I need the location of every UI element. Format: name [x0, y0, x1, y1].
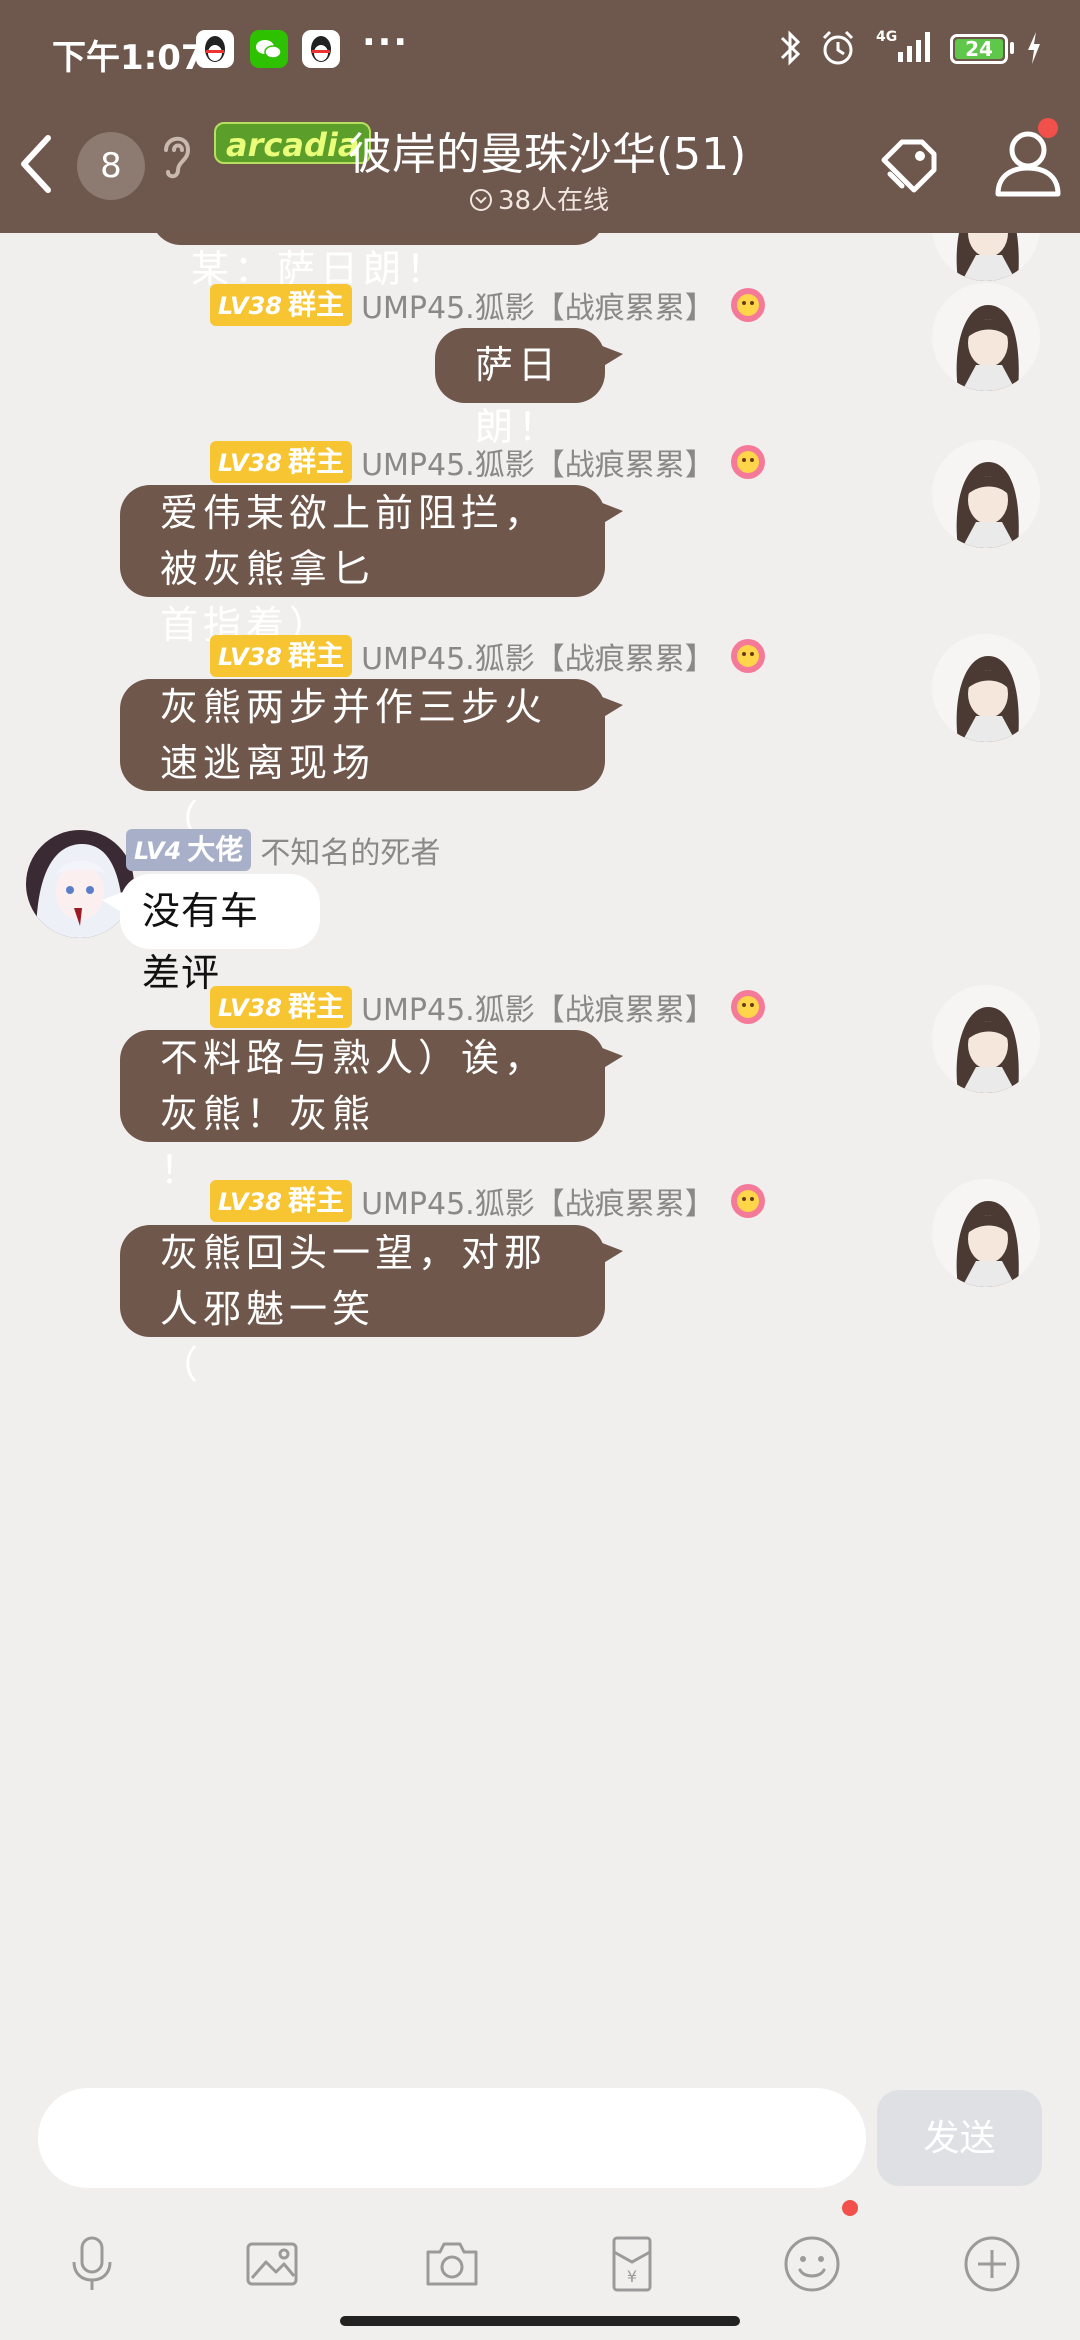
message-text-line: 爱伟某欲上前阻拦，被灰熊拿匕 [160, 491, 548, 591]
send-button[interactable]: 发送 [877, 2090, 1042, 2186]
avatar[interactable] [932, 985, 1040, 1093]
home-indicator[interactable] [340, 2316, 740, 2326]
camera-icon[interactable] [420, 2232, 484, 2296]
sender-name[interactable]: UMP45.狐影【战痕累累】 [361, 634, 715, 678]
status-bar: 下午1:07 ··· 4G 24 [0, 0, 1080, 100]
chat-screen: 下午1:07 ··· 4G 24 8 arcadia 彼岸的曼珠沙华(51) 3… [0, 0, 1080, 2340]
message-bubble[interactable]: 没有车差评 [102, 874, 320, 995]
online-icon [470, 189, 492, 211]
bluetooth-icon [778, 28, 802, 68]
message-bubble[interactable]: 萨日朗！ [435, 328, 623, 449]
microphone-icon[interactable] [60, 2232, 124, 2296]
avatar[interactable] [932, 1179, 1040, 1287]
charging-icon [1024, 28, 1044, 68]
avatar[interactable] [26, 830, 134, 938]
message-text-line: 灰熊回头一望，对那人邪魅一笑 [160, 1231, 548, 1331]
level-badge: LV38 群主 [210, 986, 352, 1028]
avatar[interactable] [932, 233, 1040, 281]
medal-icon [728, 285, 768, 325]
sender-name[interactable]: 不知名的死者 [260, 828, 440, 872]
input-bar: 发送 ¥ [0, 2070, 1080, 2340]
sender-name[interactable]: UMP45.狐影【战痕累累】 [361, 1179, 715, 1223]
avatar[interactable] [932, 283, 1040, 391]
level-badge: LV4 大佬 [126, 829, 252, 871]
sender-name[interactable]: UMP45.狐影【战痕累累】 [361, 985, 715, 1029]
medal-icon [728, 1181, 768, 1221]
sender-info: LV38 群主 UMP45.狐影【战痕累累】 [210, 985, 768, 1029]
unread-count-badge[interactable]: 8 [77, 132, 145, 200]
group-name[interactable]: 彼岸的曼珠沙华(51) [348, 118, 746, 182]
sender-name[interactable]: UMP45.狐影【战痕累累】 [361, 440, 715, 484]
earpiece-icon[interactable] [156, 128, 196, 184]
message-text: 萨日朗！ [475, 343, 562, 449]
tag-icon[interactable] [876, 130, 944, 198]
red-packet-icon[interactable]: ¥ [600, 2232, 664, 2296]
network-type: 4G [876, 29, 898, 45]
signal-icon [896, 28, 936, 64]
message-text-line: （ [160, 1343, 204, 1387]
sender-info: LV4 大佬 不知名的死者 [126, 828, 440, 872]
battery-icon: 24 [950, 34, 1008, 64]
message-bubble[interactable]: 不料路与熟人）诶，灰熊！灰熊 ！ [120, 1030, 623, 1192]
emoji-icon[interactable] [780, 2232, 844, 2296]
wechat-icon [250, 30, 288, 68]
online-text: 38人在线 [498, 186, 610, 216]
avatar[interactable] [932, 440, 1040, 548]
battery-level: 24 [955, 39, 1003, 59]
sender-info: LV38 群主 UMP45.狐影【战痕累累】 [210, 1179, 768, 1223]
message-list[interactable]: 隔壁精炼酱爱伟某：萨日朗！ LV38群主 UMP45.狐影【战痕累累】 萨日朗！… [0, 233, 1080, 2070]
online-count[interactable]: 38人在线 [470, 180, 609, 217]
medal-icon [728, 636, 768, 676]
level-badge: LV38 群主 [210, 441, 352, 483]
title-bar: 8 arcadia 彼岸的曼珠沙华(51) 38人在线 [0, 100, 1080, 233]
battery-tip [1010, 42, 1014, 54]
message-text-line: 灰熊两步并作三步火速逃离现场 [160, 685, 548, 785]
level-badge: LV38 群主 [210, 284, 352, 326]
sender-name[interactable]: UMP45.狐影【战痕累累】 [361, 283, 715, 327]
level-badge: LV38 群主 [210, 1180, 352, 1222]
sender-info: LV38 群主 UMP45.狐影【战痕累累】 [210, 440, 768, 484]
level-badge: LV38 群主 [210, 635, 352, 677]
message-bubble[interactable]: 隔壁精炼酱爱伟某：萨日朗！ [151, 233, 605, 291]
back-icon[interactable] [12, 124, 60, 204]
sender-info: LV38 群主 UMP45.狐影【战痕累累】 [210, 283, 768, 327]
message-bubble[interactable]: 灰熊两步并作三步火速逃离现场 （ [120, 679, 623, 841]
avatar[interactable] [932, 634, 1040, 742]
more-notifications: ··· [362, 22, 410, 63]
qq-icon [302, 30, 340, 68]
medal-icon [728, 987, 768, 1027]
message-input[interactable] [38, 2088, 866, 2188]
notification-dot [1038, 118, 1058, 138]
emoji-notification-dot [842, 2200, 858, 2216]
plus-icon[interactable] [960, 2232, 1024, 2296]
message-bubble[interactable]: 灰熊回头一望，对那人邪魅一笑 （ [120, 1225, 623, 1387]
message-text: 没有车差评 [142, 889, 260, 995]
alarm-icon [818, 28, 858, 68]
image-icon[interactable] [240, 2232, 304, 2296]
chat-header: 下午1:07 ··· 4G 24 8 arcadia 彼岸的曼珠沙华(51) 3… [0, 0, 1080, 233]
sender-info: LV38 群主 UMP45.狐影【战痕累累】 [210, 634, 768, 678]
status-time: 下午1:07 [52, 38, 205, 78]
message-text-line: 不料路与熟人）诶，灰熊！灰熊 [160, 1036, 548, 1136]
qq-icon [196, 30, 234, 68]
medal-icon [728, 442, 768, 482]
svg-text:¥: ¥ [627, 2267, 637, 2286]
message-bubble[interactable]: 爱伟某欲上前阻拦，被灰熊拿匕 首指着） [120, 485, 623, 647]
